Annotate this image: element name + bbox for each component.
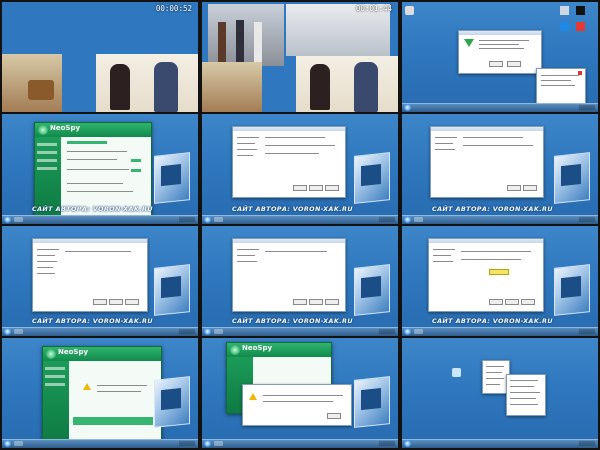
dialog-button[interactable] [507, 61, 521, 67]
author-site-label: САЙТ АВТОРА: VORON-XAK.RU [232, 317, 353, 325]
tile-neospy-2: NeoSpy [2, 338, 198, 448]
tile-neospy-1: NeoSpy САЙТ АВТОРА: VORON-XAK.RU [2, 114, 198, 224]
video-scene-room-2 [202, 62, 262, 112]
book-cover-icon [154, 152, 190, 204]
settings-window[interactable] [232, 126, 346, 198]
author-site-label: САЙТ АВТОРА: VORON-XAK.RU [232, 205, 353, 213]
dialog-button[interactable] [489, 61, 503, 67]
neospy-window[interactable]: NeoSpy [42, 346, 162, 444]
settings-window[interactable] [428, 238, 544, 312]
tile-settings-3: САЙТ АВТОРА: VORON-XAK.RU [2, 226, 198, 336]
settings-window[interactable] [232, 238, 346, 312]
neospy-logo-icon [46, 349, 56, 359]
tile-video-1: 00:00:52 [2, 2, 198, 112]
tile-context-menu [402, 338, 598, 448]
book-cover-icon [554, 264, 590, 316]
screenshot-contact-sheet: 00:00:52 00:01:44 NeoSpy САЙТ АВТОРА: VO… [0, 0, 600, 450]
warning-icon [249, 393, 257, 400]
settings-window[interactable] [430, 126, 544, 198]
author-site-label: САЙТ АВТОРА: VORON-XAK.RU [32, 317, 153, 325]
video-person-3 [254, 22, 262, 62]
close-icon[interactable] [578, 71, 582, 75]
tile-settings-4: САЙТ АВТОРА: VORON-XAK.RU [202, 226, 398, 336]
book-cover-icon [354, 152, 390, 204]
desktop-icon[interactable] [452, 368, 461, 377]
video-person-1 [218, 22, 226, 62]
app-name: NeoSpy [242, 344, 273, 352]
desktop-icon[interactable] [576, 22, 585, 31]
video-person-2 [236, 20, 244, 62]
author-site-label: САЙТ АВТОРА: VORON-XAK.RU [432, 205, 553, 213]
warning-icon [83, 383, 91, 390]
desktop-icon[interactable] [560, 6, 569, 15]
taskbar [402, 103, 598, 112]
app-name: NeoSpy [58, 348, 89, 356]
start-orb-icon[interactable] [404, 104, 411, 111]
neospy-logo-icon [38, 125, 48, 135]
desktop-icon[interactable] [576, 6, 585, 15]
video-timer: 00:00:52 [155, 4, 192, 13]
download-arrow-icon [464, 39, 474, 47]
tile-neospy-3: NeoSpy [202, 338, 398, 448]
video-person-man [154, 62, 178, 112]
tile-settings-5: САЙТ АВТОРА: VORON-XAK.RU [402, 226, 598, 336]
highlighted-field[interactable] [489, 269, 509, 275]
author-site-label: САЙТ АВТОРА: VORON-XAK.RU [432, 317, 553, 325]
book-cover-icon [154, 376, 190, 428]
tile-video-2: 00:01:44 [202, 2, 398, 112]
video-person-woman [110, 64, 130, 110]
video-person-man-2 [354, 62, 378, 112]
video-timer: 00:01:44 [355, 4, 392, 13]
tile-settings-1: САЙТ АВТОРА: VORON-XAK.RU [202, 114, 398, 224]
neospy-logo-icon [230, 345, 240, 355]
book-cover-icon [354, 264, 390, 316]
warning-dialog[interactable] [242, 384, 352, 426]
video-person-woman-2 [310, 64, 330, 110]
book-cover-icon [554, 152, 590, 204]
desktop-icon[interactable] [560, 22, 569, 31]
book-cover-icon [154, 264, 190, 316]
download-dialog[interactable] [458, 30, 542, 74]
notification-popup[interactable] [536, 68, 586, 104]
context-submenu[interactable] [506, 374, 546, 416]
author-site-label: САЙТ АВТОРА: VORON-XAK.RU [32, 205, 153, 213]
video-scene-chair [28, 80, 54, 100]
app-name: NeoSpy [50, 124, 81, 132]
tile-download-dialog [402, 2, 598, 112]
book-cover-icon [354, 376, 390, 428]
tile-settings-2: САЙТ АВТОРА: VORON-XAK.RU [402, 114, 598, 224]
desktop-icon[interactable] [405, 6, 414, 15]
settings-window[interactable] [32, 238, 148, 312]
